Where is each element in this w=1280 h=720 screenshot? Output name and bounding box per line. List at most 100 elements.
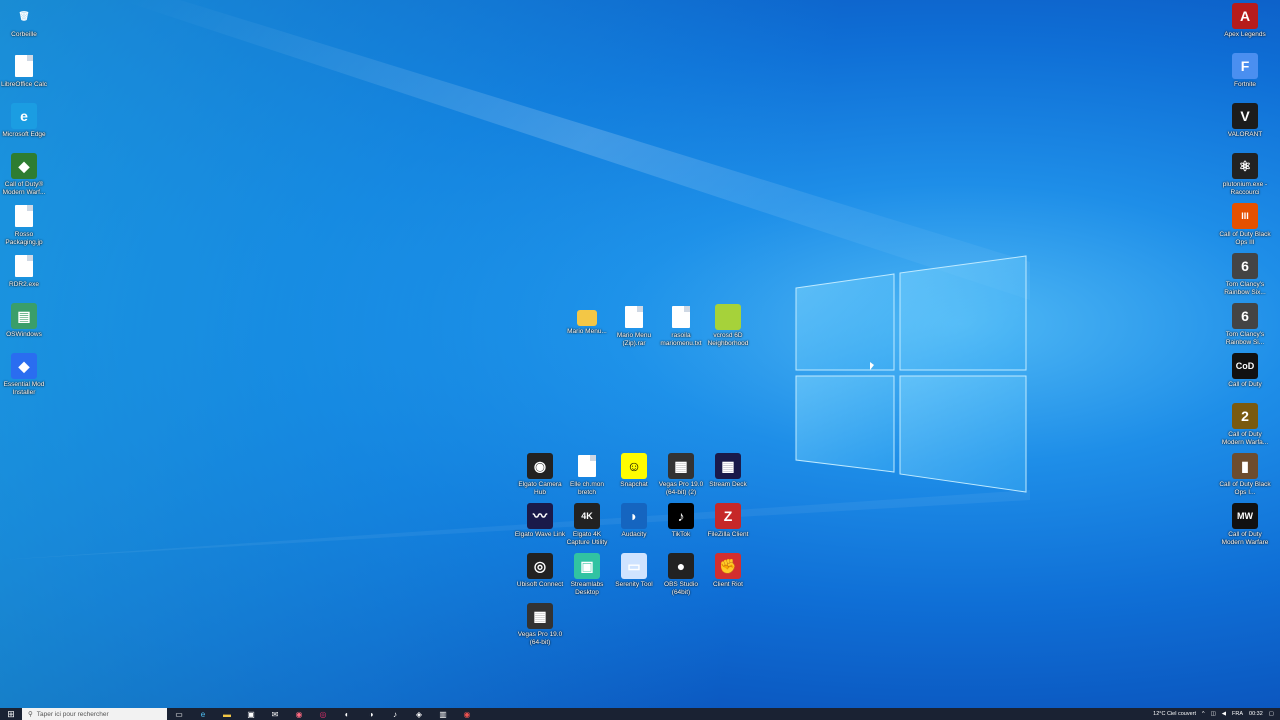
modern-warfare-2-icon: 2 <box>1232 403 1258 429</box>
icon-label: Mario Menu (Zip).rar <box>616 332 652 347</box>
elgato-camera-hub-icon: ◉ <box>527 453 553 479</box>
icon-label: Call of Duty Black Ops III <box>1219 231 1271 246</box>
vegas-pro-19-icon: ▦ <box>527 603 553 629</box>
desktop-icon-streamlabs-desktop[interactable]: ▣ Streamlabs Desktop <box>561 553 613 596</box>
rainbow-six-2-icon: 6 <box>1232 303 1258 329</box>
desktop-icon-apex-legends[interactable]: A Apex Legends <box>1219 3 1271 39</box>
icon-label: Call of Duty Modern Warfare <box>1221 531 1269 546</box>
taskbar-app-5[interactable]: ▥ <box>431 708 455 720</box>
desktop-icon-vegas-pro-19-2[interactable]: ▦ Vegas Pro 19.0 (64-bit) (2) <box>655 453 707 496</box>
desktop-icon-oswindows[interactable]: ▤ OSWindows <box>0 303 50 339</box>
app-icon: ◉ <box>295 709 303 719</box>
desktop-icon-serenity-tool[interactable]: ▭ Serenity Tool <box>608 553 660 589</box>
desktop-icon-rainbow-six-1[interactable]: 6 Tom Clancy's Rainbow Six... <box>1219 253 1271 296</box>
icon-label: Microsoft Edge <box>2 131 46 138</box>
desktop[interactable]: 🗑 Corbeille LibreOffice Calc e Microsoft Edg… <box>0 0 1280 720</box>
volume-icon[interactable]: ◀ <box>1222 711 1226 717</box>
desktop-icon-valorant[interactable]: V VALORANT <box>1219 103 1271 139</box>
fortnite-icon: F <box>1232 53 1258 79</box>
desktop-icon-ubisoft-connect[interactable]: ◎ Ubisoft Connect <box>514 553 566 589</box>
taskbar-edge[interactable]: e <box>191 708 215 720</box>
taskbar-search-box[interactable]: ⚲ Taper ici pour rechercher <box>22 708 167 720</box>
audacity-icon: ◗ <box>621 503 647 529</box>
icon-label: Fortnite <box>1233 81 1257 88</box>
desktop-icon-mariomenu-text[interactable]: rasoila mariomenu.txt <box>655 304 707 347</box>
desktop-icon-recycle-bin[interactable]: 🗑 Corbeille <box>0 3 50 39</box>
taskbar-app-1[interactable]: ◉ <box>287 708 311 720</box>
taskbar-chrome[interactable]: ◉ <box>455 708 479 720</box>
taskbar-instagram[interactable]: ◎ <box>311 708 335 720</box>
windows-logo-wallpaper <box>795 255 1027 493</box>
filezilla-icon: Z <box>715 503 741 529</box>
desktop-icon-call-of-duty[interactable]: CoD Call of Duty <box>1219 353 1271 389</box>
taskbar-app-4[interactable]: ◈ <box>407 708 431 720</box>
desktop-icon-text-document[interactable]: Elle ch.mon bretch <box>561 453 613 496</box>
icon-label: rasoila mariomenu.txt <box>660 332 702 347</box>
desktop-icon-plutonium[interactable]: ⚛ plutonium.exe - Raccourci <box>1219 153 1271 196</box>
desktop-icon-microsoft-edge[interactable]: e Microsoft Edge <box>0 103 50 139</box>
icon-label: Call of Duty® Modern Warf... <box>2 181 46 196</box>
icon-label: Stream Deck <box>709 481 747 488</box>
task-view-button[interactable]: ▭ <box>167 708 191 720</box>
search-placeholder: Taper ici pour rechercher <box>36 710 109 718</box>
desktop-icon-snapchat[interactable]: ☺ Snapchat <box>608 453 660 489</box>
black-ops-1-icon: ▮ <box>1232 453 1258 479</box>
desktop-icon-rdr2-file[interactable]: RDR2.exe <box>0 253 50 289</box>
icon-label: Call of Duty Modern Warfa... <box>1221 431 1269 446</box>
taskbar-app-3[interactable]: ◑ <box>359 708 383 720</box>
desktop-icon-riot-client[interactable]: ✊ Client Riot <box>702 553 754 589</box>
desktop-icon-vegas-pro-19[interactable]: ▦ Vegas Pro 19.0 (64-bit) <box>514 603 566 646</box>
desktop-icon-modern-warfare[interactable]: MW Call of Duty Modern Warfare <box>1219 503 1271 546</box>
tiktok-icon: ♪ <box>668 503 694 529</box>
desktop-icon-filezilla[interactable]: Z FileZilla Client <box>702 503 754 539</box>
modern-warfare-icon: MW <box>1232 503 1258 529</box>
taskbar-mail[interactable]: ✉ <box>263 708 287 720</box>
icon-label: Elgato Camera Hub <box>518 481 562 496</box>
taskbar-store[interactable]: ▣ <box>239 708 263 720</box>
desktop-icon-call-of-duty-modern-warfare-shortcut[interactable]: ◆ Call of Duty® Modern Warf... <box>0 153 50 196</box>
desktop-icon-libreoffice-calc[interactable]: LibreOffice Calc <box>0 53 50 89</box>
tiktok-icon: ♪ <box>393 709 397 719</box>
desktop-icon-tiktok[interactable]: ♪ TikTok <box>655 503 707 539</box>
edge-icon: e <box>200 709 206 719</box>
taskbar-tiktok[interactable]: ♪ <box>383 708 407 720</box>
elgato-wave-link-icon: 〰 <box>527 503 553 529</box>
chrome-icon: ◉ <box>463 709 471 719</box>
desktop-icon-fortnite[interactable]: F Fortnite <box>1219 53 1271 89</box>
desktop-icon-stream-deck[interactable]: ▦ Stream Deck <box>702 453 754 489</box>
desktop-icon-elgato-camera-hub[interactable]: ◉ Elgato Camera Hub <box>514 453 566 496</box>
app-icon: ◐ <box>344 709 350 719</box>
desktop-icon-modern-warfare-2[interactable]: 2 Call of Duty Modern Warfa... <box>1219 403 1271 446</box>
icon-label: Elgato Wave Link <box>514 531 566 538</box>
start-button[interactable]: ⊞ <box>0 708 22 720</box>
desktop-icon-audacity[interactable]: ◗ Audacity <box>608 503 660 539</box>
taskbar-file-explorer[interactable]: ▬ <box>215 708 239 720</box>
desktop-icon-black-ops-1[interactable]: ▮ Call of Duty Black Ops I... <box>1219 453 1271 496</box>
desktop-icon-obs-studio[interactable]: ● OBS Studio (64bit) <box>655 553 707 596</box>
network-icon[interactable]: ◫ <box>1211 711 1216 717</box>
chevron-up-icon[interactable]: ^ <box>1202 711 1205 717</box>
desktop-icon-rainbow-six-2[interactable]: 6 Tom Clancy's Rainbow Si... <box>1219 303 1271 346</box>
desktop-icon-black-ops-3[interactable]: III Call of Duty Black Ops III <box>1219 203 1271 246</box>
icon-label: Vegas Pro 19.0 (64-bit) (2) <box>658 481 704 496</box>
weather-widget[interactable]: 12°C Ciel couvert <box>1153 711 1196 717</box>
taskbar: ⊞ ⚲ Taper ici pour rechercher ▭ e ▬ ▣ ✉ … <box>0 708 1280 720</box>
icon-label: OBS Studio (64bit) <box>664 581 698 596</box>
notifications-icon[interactable]: ▢ <box>1269 711 1274 717</box>
taskbar-app-2[interactable]: ◐ <box>335 708 359 720</box>
apex-legends-icon: A <box>1232 3 1258 29</box>
black-ops-3-icon: III <box>1232 203 1258 229</box>
language-indicator[interactable]: FRA <box>1232 711 1243 717</box>
call-of-duty-modern-warfare-shortcut-icon: ◆ <box>11 153 37 179</box>
desktop-icon-elgato-4k-capture[interactable]: 4K Elgato 4K Capture Utility <box>561 503 613 546</box>
desktop-icon-mario-menu-folder[interactable]: Mario Menu... <box>561 304 613 336</box>
icon-label: Tom Clancy's Rainbow Six... <box>1224 281 1266 296</box>
desktop-icon-rosso-packaging-file[interactable]: Rosso Packaging.jp <box>0 203 50 246</box>
desktop-icon-essential-mod-installer[interactable]: ◆ Essential Mod Installer <box>0 353 50 396</box>
clock[interactable]: 00:32 <box>1249 711 1263 717</box>
desktop-icon-mario-menu-zip[interactable]: Mario Menu (Zip).rar <box>608 304 660 347</box>
stream-deck-icon: ▦ <box>715 453 741 479</box>
desktop-icon-neighborhood-image[interactable]: vcrosd 6D Neighborhood <box>702 304 754 347</box>
mail-icon: ✉ <box>271 709 279 719</box>
desktop-icon-elgato-wave-link[interactable]: 〰 Elgato Wave Link <box>514 503 566 539</box>
